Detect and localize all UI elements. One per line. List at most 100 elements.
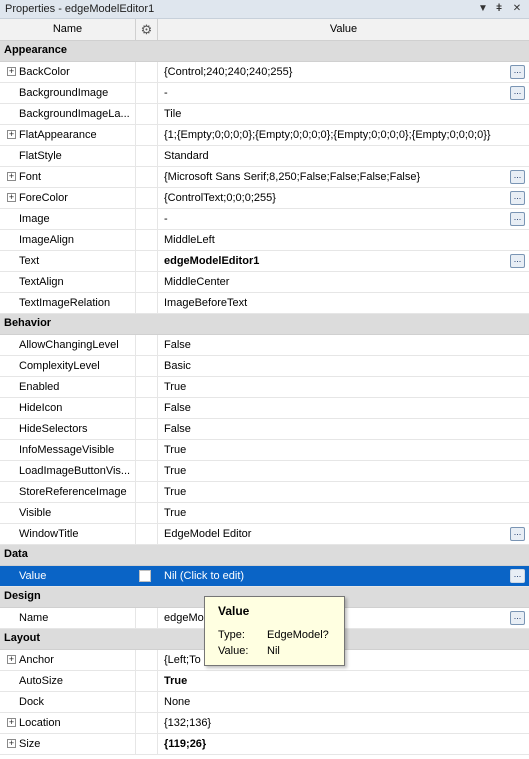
name-column-header[interactable]: Name [0, 19, 136, 40]
ellipsis-button[interactable]: ... [510, 254, 525, 268]
property-value[interactable]: False [164, 419, 191, 439]
property-row[interactable]: + ForeColor {ControlText;0;0;0;255}... [0, 188, 529, 209]
expand-icon[interactable]: + [7, 655, 16, 664]
property-name-cell[interactable]: Text [0, 251, 136, 271]
property-name-cell[interactable]: StoreReferenceImage [0, 482, 136, 502]
property-row[interactable]: ComplexityLevel Basic [0, 356, 529, 377]
property-value[interactable]: True [164, 440, 186, 460]
property-name-cell[interactable]: + Size [0, 734, 136, 754]
property-row[interactable]: + BackColor {Control;240;240;240;255}... [0, 62, 529, 83]
property-value[interactable]: MiddleLeft [164, 230, 215, 250]
property-name-cell[interactable]: ImageAlign [0, 230, 136, 250]
property-value[interactable]: False [164, 335, 191, 355]
property-value[interactable]: True [164, 503, 186, 523]
property-name-cell[interactable]: Image [0, 209, 136, 229]
value-checkbox[interactable] [139, 570, 151, 582]
property-value[interactable]: True [164, 461, 186, 481]
ellipsis-button[interactable]: ... [510, 86, 525, 100]
ellipsis-button[interactable]: ... [510, 527, 525, 541]
property-row[interactable]: + Size {119;26} [0, 734, 529, 755]
property-row[interactable]: LoadImageButtonVis... True [0, 461, 529, 482]
property-name-cell[interactable]: Name [0, 608, 136, 628]
expand-icon[interactable]: + [7, 130, 16, 139]
ellipsis-button[interactable]: ... [510, 611, 525, 625]
property-row[interactable]: FlatStyle Standard [0, 146, 529, 167]
property-value[interactable]: Standard [164, 146, 209, 166]
property-name-cell[interactable]: HideSelectors [0, 419, 136, 439]
property-name-cell[interactable]: ComplexityLevel [0, 356, 136, 376]
property-value[interactable]: {1;{Empty;0;0;0;0};{Empty;0;0;0;0};{Empt… [164, 125, 491, 145]
property-row[interactable]: InfoMessageVisible True [0, 440, 529, 461]
ellipsis-button[interactable]: ... [510, 191, 525, 205]
property-name-cell[interactable]: TextImageRelation [0, 293, 136, 313]
property-row[interactable]: Text edgeModelEditor1... [0, 251, 529, 272]
property-value[interactable]: False [164, 398, 191, 418]
property-row[interactable]: StoreReferenceImage True [0, 482, 529, 503]
property-value[interactable]: EdgeModel Editor [164, 524, 251, 544]
property-row[interactable]: Enabled True [0, 377, 529, 398]
expand-icon[interactable]: + [7, 718, 16, 727]
property-name-cell[interactable]: Enabled [0, 377, 136, 397]
value-column-header[interactable]: Value [158, 19, 529, 40]
property-value[interactable]: edgeMod [164, 608, 210, 628]
property-value[interactable]: - [164, 83, 168, 103]
category-row-appearance[interactable]: Appearance [0, 41, 529, 62]
property-value[interactable]: {Microsoft Sans Serif;8,250;False;False;… [164, 167, 420, 187]
property-name-cell[interactable]: AutoSize [0, 671, 136, 691]
expand-icon[interactable]: + [7, 193, 16, 202]
property-name-cell[interactable]: + Anchor [0, 650, 136, 670]
property-value[interactable]: edgeModelEditor1 [164, 251, 259, 271]
property-value[interactable]: {Left;To [164, 650, 201, 670]
property-name-cell[interactable]: FlatStyle [0, 146, 136, 166]
property-name-cell[interactable]: + FlatAppearance [0, 125, 136, 145]
dropdown-arrow-icon[interactable]: ▼ [475, 1, 491, 17]
property-value[interactable]: Tile [164, 104, 181, 124]
property-row[interactable]: AutoSize True [0, 671, 529, 692]
property-name-cell[interactable]: WindowTitle [0, 524, 136, 544]
category-row-data[interactable]: Data [0, 545, 529, 566]
gear-icon[interactable]: ⚙ [136, 19, 158, 40]
property-name-cell[interactable]: + Location [0, 713, 136, 733]
property-value[interactable]: {Control;240;240;240;255} [164, 62, 292, 82]
property-row[interactable]: + FlatAppearance {1;{Empty;0;0;0;0};{Empty… [0, 125, 529, 146]
property-name-cell[interactable]: + Font [0, 167, 136, 187]
property-row[interactable]: + Font {Microsoft Sans Serif;8,250;False;F… [0, 167, 529, 188]
close-icon[interactable]: ✕ [509, 1, 525, 17]
expand-icon[interactable]: + [7, 172, 16, 181]
property-row[interactable]: Value Nil (Click to edit)... [0, 566, 529, 587]
property-row[interactable]: Visible True [0, 503, 529, 524]
property-name-cell[interactable]: BackgroundImage [0, 83, 136, 103]
ellipsis-button[interactable]: ... [510, 212, 525, 226]
property-value[interactable]: Nil (Click to edit) [164, 566, 244, 586]
property-row[interactable]: Image -... [0, 209, 529, 230]
property-name-cell[interactable]: + BackColor [0, 62, 136, 82]
expand-icon[interactable]: + [7, 67, 16, 76]
property-name-cell[interactable]: LoadImageButtonVis... [0, 461, 136, 481]
property-row[interactable]: WindowTitle EdgeModel Editor... [0, 524, 529, 545]
property-value[interactable]: True [164, 377, 186, 397]
property-value[interactable]: MiddleCenter [164, 272, 229, 292]
property-name-cell[interactable]: HideIcon [0, 398, 136, 418]
property-row[interactable]: ImageAlign MiddleLeft [0, 230, 529, 251]
ellipsis-button[interactable]: ... [510, 170, 525, 184]
property-row[interactable]: + Location {132;136} [0, 713, 529, 734]
property-row[interactable]: Dock None [0, 692, 529, 713]
property-name-cell[interactable]: TextAlign [0, 272, 136, 292]
property-value[interactable]: None [164, 692, 190, 712]
property-name-cell[interactable]: Value [0, 566, 136, 586]
property-value[interactable]: - [164, 209, 168, 229]
property-name-cell[interactable]: AllowChangingLevel [0, 335, 136, 355]
property-value[interactable]: True [164, 482, 186, 502]
ellipsis-button[interactable]: ... [510, 569, 525, 583]
property-name-cell[interactable]: Dock [0, 692, 136, 712]
property-value[interactable]: ImageBeforeText [164, 293, 247, 313]
property-row[interactable]: AllowChangingLevel False [0, 335, 529, 356]
pin-icon[interactable]: ǂ [491, 1, 507, 17]
category-row-behavior[interactable]: Behavior [0, 314, 529, 335]
property-value[interactable]: {119;26} [164, 734, 206, 754]
property-value[interactable]: {ControlText;0;0;0;255} [164, 188, 276, 208]
property-value[interactable]: Basic [164, 356, 191, 376]
property-row[interactable]: HideSelectors False [0, 419, 529, 440]
property-name-cell[interactable]: InfoMessageVisible [0, 440, 136, 460]
property-row[interactable]: TextImageRelation ImageBeforeText [0, 293, 529, 314]
